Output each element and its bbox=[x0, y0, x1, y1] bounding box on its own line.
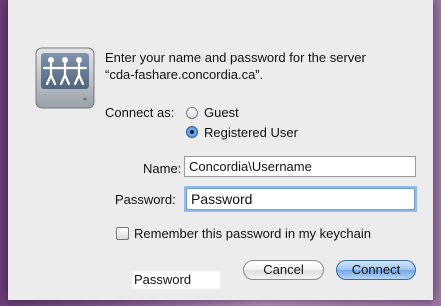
prompt-line-2: “cda-fashare.concordia.ca”. bbox=[105, 67, 264, 82]
name-label: Name: bbox=[143, 161, 182, 176]
connect-dialog: Enter your name and password for the ser… bbox=[8, 0, 433, 300]
cancel-button[interactable]: Cancel bbox=[243, 260, 324, 280]
connect-button[interactable]: Connect bbox=[336, 260, 416, 280]
remember-password-label[interactable]: Remember this password in my keychain bbox=[134, 226, 371, 241]
prompt-line-1: Enter your name and password for the ser… bbox=[105, 50, 366, 65]
name-field[interactable]: Concordia\Username bbox=[184, 156, 416, 177]
registered-user-radio-label[interactable]: Registered User bbox=[204, 125, 298, 140]
remember-password-checkbox[interactable] bbox=[116, 227, 129, 240]
connect-as-label: Connect as: bbox=[105, 105, 175, 120]
registered-user-radio[interactable] bbox=[186, 126, 198, 138]
server-prompt: Enter your name and password for the ser… bbox=[105, 49, 415, 83]
password-field[interactable]: Password bbox=[186, 188, 415, 210]
password-label: Password: bbox=[115, 192, 176, 207]
password-overlay-label: Password bbox=[132, 271, 220, 289]
guest-radio-label[interactable]: Guest bbox=[204, 105, 239, 120]
guest-radio[interactable] bbox=[186, 107, 198, 119]
shared-server-icon bbox=[35, 47, 95, 109]
